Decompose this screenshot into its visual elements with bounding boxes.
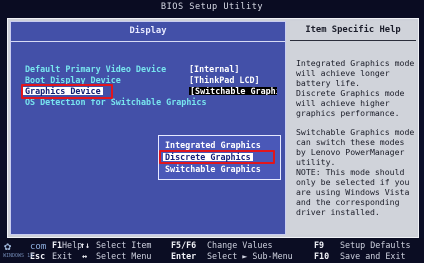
help-paragraph: Switchable Graphics mode can switch thes… <box>296 127 415 217</box>
key-select-menu: ↔ <box>82 251 88 261</box>
key-setup-defaults: F9 <box>314 240 325 250</box>
highlight-box-discrete <box>159 150 275 164</box>
setting-value[interactable]: [ThinkPad LCD] <box>189 76 260 85</box>
key-enter: Enter <box>171 251 197 261</box>
key-help: F1 <box>52 240 63 250</box>
dropdown-option-integrated[interactable]: Integrated Graphics <box>165 141 261 150</box>
bios-panel: Display Default Primary Video Device [In… <box>7 18 419 238</box>
key-change-values-desc: Change Values <box>207 240 273 250</box>
key-exit-desc: Exit <box>52 251 73 261</box>
dropdown-option-switchable[interactable]: Switchable Graphics <box>165 165 261 174</box>
setting-label: OS Detection for Switchable Graphics <box>25 97 207 107</box>
watermark-subtext: WINDOWS 10 <box>3 253 34 259</box>
key-save-exit-desc: Save and Exit <box>340 251 406 261</box>
setting-row-default-primary-video[interactable]: Default Primary Video Device [Internal] <box>25 65 285 75</box>
help-pane: Item Specific Help Integrated Graphics m… <box>290 21 416 235</box>
watermark-text: com <box>30 242 47 252</box>
setting-value[interactable]: [Switchable Graphi <box>189 87 277 96</box>
setting-label: Default Primary Video Device <box>25 64 167 74</box>
key-save-exit: F10 <box>314 251 330 261</box>
key-select-item-desc: Select Item <box>96 240 152 250</box>
key-change-values: F5/F6 <box>171 240 197 250</box>
setting-value[interactable]: [Internal] <box>189 65 239 74</box>
key-legend-bar: F1 Help ↑↓ Select Item F5/F6 Change Valu… <box>0 238 424 263</box>
main-pane: Display Default Primary Video Device [In… <box>10 21 286 235</box>
setting-row-os-detection[interactable]: OS Detection for Switchable Graphics <box>25 98 285 108</box>
bios-screen: BIOS Setup Utility Display Default Prima… <box>0 0 424 263</box>
help-text: Integrated Graphics mode will achieve lo… <box>296 58 415 227</box>
graphics-device-dropdown[interactable]: Integrated Graphics Discrete Graphics Sw… <box>158 135 281 180</box>
help-paragraph: Integrated Graphics mode will achieve lo… <box>296 58 415 118</box>
help-header: Item Specific Help <box>290 21 416 41</box>
key-select-item: ↑↓ <box>80 240 91 250</box>
highlight-box-graphics-device <box>21 84 113 99</box>
bios-title: BIOS Setup Utility <box>160 2 264 12</box>
key-enter-desc: Select ► Sub-Menu <box>207 251 293 261</box>
main-header: Display <box>11 22 285 42</box>
key-select-menu-desc: Select Menu <box>96 251 152 261</box>
key-setup-defaults-desc: Setup Defaults <box>340 240 411 250</box>
